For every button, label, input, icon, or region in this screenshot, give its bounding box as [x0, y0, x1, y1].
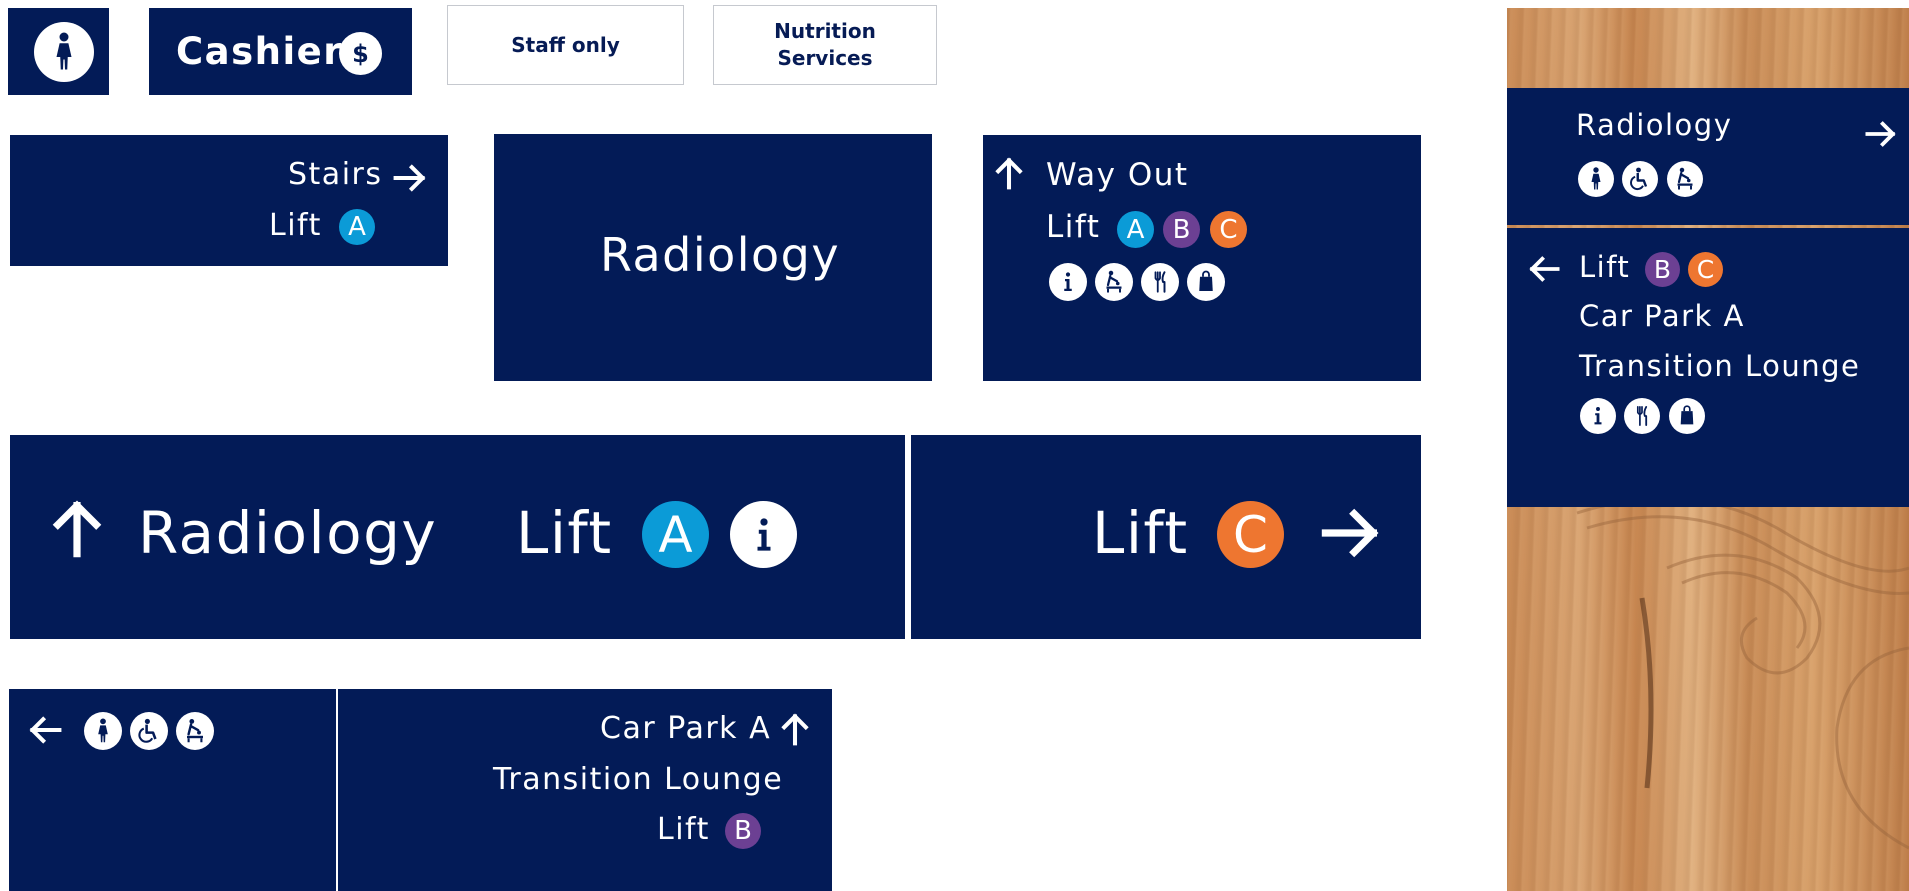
arrow-right-icon	[1864, 117, 1898, 151]
lift-a-letter: A	[348, 212, 366, 242]
radiology-label: Radiology	[1576, 108, 1733, 142]
car-park-label: Car Park A	[1579, 299, 1745, 333]
cashier-sign: Cashier $	[149, 8, 412, 95]
lift-label: Lift	[1092, 499, 1189, 567]
lift-c-badge: C	[1688, 252, 1723, 287]
lift-a-badge: A	[339, 209, 375, 245]
lift-c-letter: C	[1696, 255, 1715, 284]
stairs-lift-sign: Stairs Lift A	[10, 135, 448, 266]
way-out-label: Way Out	[1046, 157, 1189, 193]
arrow-right-icon	[1319, 501, 1383, 565]
lift-c-letter: C	[1219, 214, 1238, 245]
lift-b-badge: B	[1163, 211, 1200, 248]
nutrition-line1: Nutrition	[774, 19, 876, 43]
radiology-label: Radiology	[600, 228, 841, 282]
shop-icon	[1669, 398, 1705, 434]
lift-label: Lift	[1579, 250, 1631, 284]
baby-change-icon	[1667, 161, 1703, 197]
info-icon	[1049, 263, 1087, 301]
wood-wall-photo: Radiology Lift B C Car Park A Transition…	[1507, 8, 1909, 891]
lift-label: Lift	[516, 499, 613, 567]
lift-a-badge: A	[1117, 211, 1154, 248]
staff-only-sign: Staff only	[447, 5, 684, 85]
dollar-icon: $	[339, 32, 382, 75]
transition-lounge-label: Transition Lounge	[1579, 349, 1861, 383]
baby-change-icon	[1095, 263, 1133, 301]
arrow-left-icon	[1527, 252, 1561, 286]
lift-a-badge: A	[642, 501, 709, 568]
cafe-icon	[1141, 263, 1179, 301]
baby-change-icon	[176, 712, 214, 750]
female-toilet-icon	[34, 22, 94, 82]
transition-lounge-label: Transition Lounge	[493, 762, 784, 797]
accessible-icon	[130, 712, 168, 750]
dollar-glyph: $	[352, 39, 369, 68]
arrow-up-icon	[45, 496, 109, 560]
arrow-up-icon	[991, 155, 1027, 191]
toilet-sign	[8, 8, 109, 95]
wall-radiology-sign: Radiology	[1507, 88, 1909, 225]
lift-b-badge: B	[725, 813, 761, 849]
arrow-left-icon	[27, 712, 63, 748]
wall-lift-carpark-sign: Lift B C Car Park A Transition Lounge	[1507, 228, 1909, 507]
lift-c-banner: Lift C	[911, 435, 1421, 639]
lift-c-badge: C	[1210, 211, 1247, 248]
amenities-left-sign	[9, 689, 336, 891]
lift-a-letter: A	[1126, 214, 1145, 245]
arrow-right-icon	[392, 160, 428, 196]
lift-label: Lift	[657, 812, 710, 847]
female-toilet-icon	[1578, 161, 1614, 197]
way-out-sign: Way Out Lift A B C	[983, 135, 1421, 381]
info-icon	[1580, 398, 1616, 434]
nutrition-services-sign: Nutrition Services	[713, 5, 937, 85]
radiology-label: Radiology	[138, 499, 438, 567]
info-icon	[730, 501, 797, 568]
lift-b-letter: B	[734, 816, 752, 846]
stairs-label: Stairs	[288, 157, 383, 192]
shop-icon	[1187, 263, 1225, 301]
radiology-sign: Radiology	[494, 134, 932, 381]
cashier-label: Cashier	[176, 30, 344, 73]
car-park-label: Car Park A	[600, 711, 772, 746]
lift-b-letter: B	[1653, 255, 1672, 284]
lift-b-badge: B	[1645, 252, 1680, 287]
nutrition-line2: Services	[777, 46, 873, 70]
staff-only-label: Staff only	[511, 32, 620, 57]
lift-label: Lift	[269, 208, 322, 243]
lift-label: Lift	[1046, 209, 1101, 245]
lift-a-letter: A	[658, 505, 693, 564]
car-park-sign: Car Park A Transition Lounge Lift B	[338, 689, 832, 891]
radiology-lift-banner: Radiology Lift A	[10, 435, 905, 639]
accessible-icon	[1622, 161, 1658, 197]
arrow-up-icon	[777, 711, 813, 747]
female-toilet-icon	[84, 712, 122, 750]
lift-c-badge: C	[1217, 501, 1284, 568]
lift-b-letter: B	[1172, 214, 1191, 245]
lift-c-letter: C	[1233, 505, 1268, 564]
cafe-icon	[1624, 398, 1660, 434]
